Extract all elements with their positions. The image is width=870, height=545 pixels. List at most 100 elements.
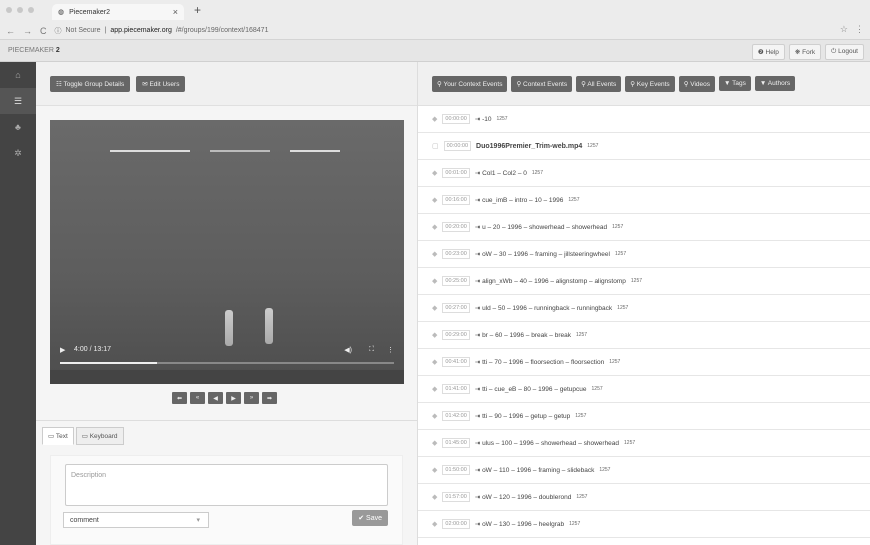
sidebar-item-settings[interactable]: ✲: [0, 140, 36, 166]
timestamp[interactable]: 01:50:00: [442, 465, 470, 475]
timestamp[interactable]: 01:57:00: [442, 492, 470, 502]
timestamp[interactable]: 01:41:00: [442, 384, 470, 394]
event-author-id: 1257: [591, 386, 603, 392]
timestamp[interactable]: 02:00:00: [442, 519, 470, 529]
timestamp[interactable]: 00:23:00: [442, 249, 470, 259]
browser-tab[interactable]: ◍ Piecemaker2 ×: [52, 4, 184, 20]
window-controls[interactable]: [6, 7, 34, 13]
event-row[interactable]: ◆ 00:27:00 ⇥ uld – 50 – 1996 – runningback…: [418, 295, 870, 322]
sidebar-item-list[interactable]: ☰: [0, 88, 36, 114]
event-author-id: 1257: [575, 332, 588, 338]
event-list: ◆ 00:00:00 ⇥ -10 1257 ▢ 00:00:00 Duo1996Premie…: [418, 106, 870, 538]
event-title: ⇥ tti – cue_eB – 80 – 1996 – getupcue: [474, 386, 587, 393]
reload-icon[interactable]: C: [40, 26, 47, 36]
jump-end-button[interactable]: ➡: [262, 392, 277, 404]
bookmark-star-icon[interactable]: ☆: [840, 24, 848, 35]
timestamp[interactable]: 00:29:00: [442, 330, 470, 340]
event-title: ⇥ u – 20 – 1996 – showerhead – showerhea…: [474, 224, 608, 231]
all-events-button[interactable]: ⚲ All Events: [576, 75, 622, 92]
event-row[interactable]: ◆ 00:23:00 ⇥ oW – 30 – 1996 – framing – ji…: [418, 241, 870, 268]
tag-icon: ◆: [432, 278, 438, 285]
timestamp[interactable]: 01:42:00: [442, 411, 470, 421]
new-tab-button[interactable]: +: [194, 3, 201, 17]
url-domain: app.piecemaker.org: [110, 27, 172, 34]
videos-button[interactable]: ⚲ Videos: [678, 75, 716, 92]
tag-icon: ◆: [432, 494, 438, 501]
description-input[interactable]: Description: [65, 464, 388, 506]
event-author-id: 1257: [576, 494, 588, 500]
timestamp[interactable]: 00:16:00: [442, 195, 470, 205]
event-title: ⇥ cue_imB – intro – 10 – 1996: [474, 197, 564, 204]
tab-keyboard[interactable]: ▭ Keyboard: [75, 427, 124, 445]
sidebar-item-users[interactable]: ♣: [0, 114, 36, 140]
key-events-button[interactable]: ⚲ Key Events: [625, 75, 675, 92]
tags-filter-button[interactable]: ▼ Tags: [719, 76, 751, 91]
sidebar: ⌂ ☰ ♣ ✲: [0, 62, 36, 545]
save-button[interactable]: ✔ Save: [352, 510, 388, 526]
logout-button[interactable]: ⏻ Logout: [825, 44, 864, 60]
video-time: 4:00 / 13:17: [74, 346, 111, 353]
browser-menu-icon[interactable]: ⋮: [855, 24, 864, 35]
tag-icon: ◆: [432, 440, 438, 447]
event-row[interactable]: ▢ 00:00:00 Duo1996Premier_Trim-web.mp4 1257: [418, 133, 870, 160]
list-icon: ☰: [13, 95, 23, 106]
event-row[interactable]: ◆ 01:50:00 ⇥ oW – 110 – 1996 – framing – s…: [418, 457, 870, 484]
event-row[interactable]: ◆ 01:42:00 ⇥ tti – 90 – 1996 – getup – get…: [418, 403, 870, 430]
step-forward-button[interactable]: ▶: [226, 392, 241, 404]
event-type-select[interactable]: comment ▾: [63, 512, 209, 528]
event-row[interactable]: ◆ 01:57:00 ⇥ oW – 120 – 1996 – doublerond 1…: [418, 484, 870, 511]
fork-button[interactable]: ❋ Fork: [788, 44, 822, 60]
event-row[interactable]: ◆ 00:20:00 ⇥ u – 20 – 1996 – showerhead – …: [418, 214, 870, 241]
event-row[interactable]: ◆ 00:41:00 ⇥ tti – 70 – 1996 – floorsectio…: [418, 349, 870, 376]
edit-users-button[interactable]: ✉ Edit Users: [136, 75, 186, 92]
your-context-events-button[interactable]: ⚲ Your Context Events: [432, 75, 508, 92]
event-title: ⇥ -10: [474, 116, 492, 123]
app-header: PIECEMAKER 2 ❷ Help ❋ Fork ⏻ Logout: [0, 40, 870, 62]
authors-filter-button[interactable]: ▼ Authors: [754, 76, 796, 91]
event-row[interactable]: ◆ 01:41:00 ⇥ tti – cue_eB – 80 – 1996 – ge…: [418, 376, 870, 403]
timestamp[interactable]: 00:27:00: [442, 303, 470, 313]
gear-icon: ✲: [14, 147, 22, 158]
event-row[interactable]: ◆ 00:16:00 ⇥ cue_imB – intro – 10 – 1996 12…: [418, 187, 870, 214]
event-title: ⇥ align_xWb – 40 – 1996 – alignstomp – a…: [474, 278, 626, 285]
timestamp[interactable]: 00:00:00: [443, 141, 472, 151]
help-button[interactable]: ❷ Help: [751, 44, 785, 60]
timestamp[interactable]: 00:25:00: [442, 276, 470, 286]
event-author-id: 1257: [575, 413, 587, 419]
step-back-button[interactable]: ◀: [208, 392, 223, 404]
fast-forward-button[interactable]: »: [244, 392, 259, 404]
context-events-button[interactable]: ⚲ Context Events: [511, 75, 573, 92]
tag-icon: ◆: [432, 332, 438, 339]
back-icon[interactable]: ←: [6, 26, 15, 36]
rewind-button[interactable]: «: [190, 392, 205, 404]
info-icon[interactable]: ⓘ: [55, 26, 62, 36]
timestamp[interactable]: 00:41:00: [442, 357, 470, 367]
more-icon[interactable]: ⋮: [387, 346, 394, 354]
video-progress-bar[interactable]: [60, 362, 394, 364]
volume-icon[interactable]: ◀): [344, 346, 352, 354]
event-row[interactable]: ◆ 00:25:00 ⇥ align_xWb – 40 – 1996 – align…: [418, 268, 870, 295]
jump-start-button[interactable]: ⬅: [172, 392, 187, 404]
play-icon[interactable]: ▶: [60, 346, 65, 354]
close-icon[interactable]: ×: [173, 7, 178, 17]
event-row[interactable]: ◆ 00:00:00 ⇥ -10 1257: [418, 106, 870, 133]
event-title: ⇥ uld – 50 – 1996 – runningback – runnin…: [474, 305, 613, 312]
timestamp[interactable]: 00:20:00: [442, 222, 470, 232]
event-row[interactable]: ◆ 02:00:00 ⇥ oW – 130 – 1996 – heelgrab 125…: [418, 511, 870, 538]
event-row[interactable]: ◆ 01:45:00 ⇥ ulus – 100 – 1996 – showerhea…: [418, 430, 870, 457]
sidebar-item-home[interactable]: ⌂: [0, 62, 36, 88]
users-icon: ♣: [15, 122, 21, 132]
toggle-group-details-button[interactable]: ☷ Toggle Group Details: [50, 75, 131, 92]
timestamp[interactable]: 00:00:00: [442, 114, 470, 124]
chevron-down-icon: ▾: [196, 517, 200, 524]
event-row[interactable]: ◆ 00:01:00 ⇥ Col1 – Col2 – 0 1257: [418, 160, 870, 187]
timestamp[interactable]: 01:45:00: [442, 438, 470, 448]
forward-icon[interactable]: →: [23, 26, 32, 36]
tab-text[interactable]: ▭ Text: [42, 427, 74, 445]
video-player[interactable]: ▶ 4:00 / 13:17 ◀) ⛶ ⋮: [50, 120, 404, 384]
address-bar[interactable]: ← → C ⓘ Not Secure | app.piecemaker.org /…: [0, 22, 870, 39]
timestamp[interactable]: 00:01:00: [442, 168, 470, 178]
event-row[interactable]: ◆ 00:29:00 ⇥ br – 60 – 1996 – break – brea…: [418, 322, 870, 349]
tag-icon: ◆: [432, 467, 438, 474]
fullscreen-icon[interactable]: ⛶: [369, 346, 374, 354]
